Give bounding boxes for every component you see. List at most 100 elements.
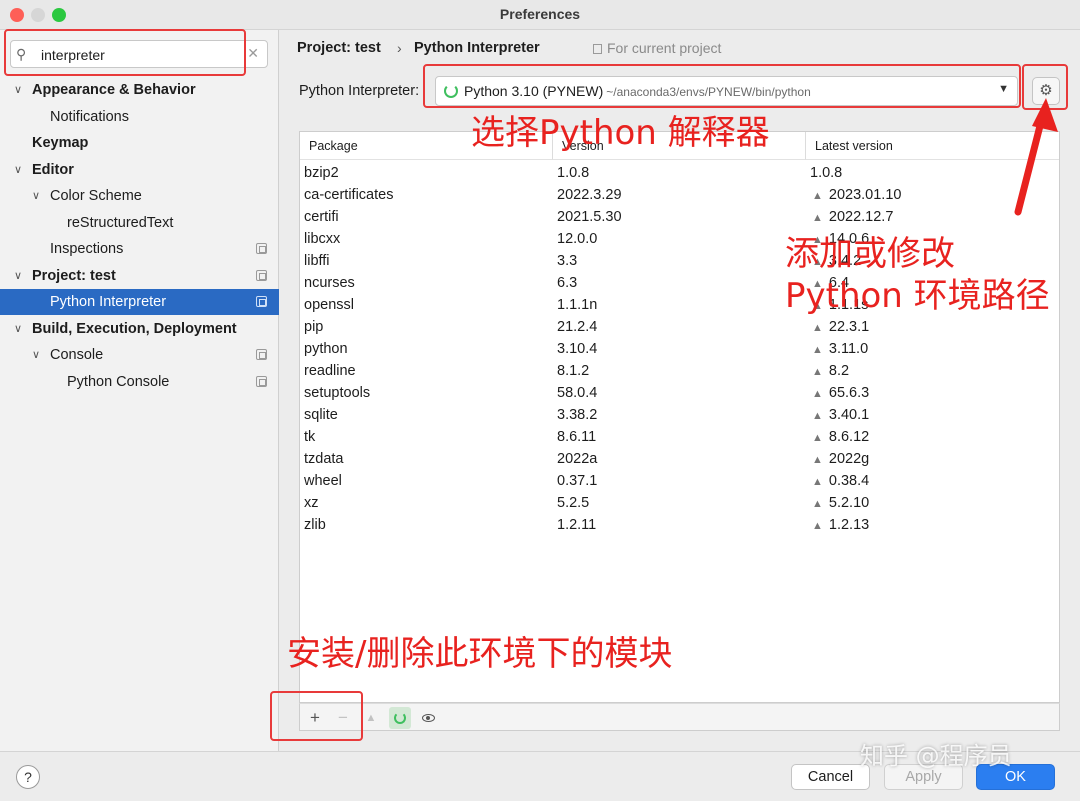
help-button[interactable]: ? <box>16 765 40 789</box>
package-latest-cell: ▲ 2023.01.10 <box>812 184 901 207</box>
sidebar-item[interactable]: Inspections <box>0 236 279 262</box>
upgrade-package-button[interactable]: ▲ <box>360 707 382 729</box>
show-early-releases-button[interactable] <box>417 707 439 729</box>
sidebar-item-label: Appearance & Behavior <box>32 82 196 98</box>
package-name-cell: tk <box>304 429 316 445</box>
package-name-cell: sqlite <box>304 407 338 423</box>
package-latest-version: 65.6.3 <box>828 385 870 401</box>
table-row[interactable]: wheel 0.37.1 ▲ 0.38.4 <box>300 470 1059 492</box>
sidebar-item-label: Notifications <box>50 108 129 125</box>
annotation-select-interpreter: 选择Python 解释器 <box>471 113 770 153</box>
chevron-down-icon[interactable]: ∨ <box>14 157 22 183</box>
sidebar-item[interactable]: Keymap <box>0 130 279 156</box>
add-package-button[interactable]: + <box>304 707 326 729</box>
package-name-cell: certifi <box>304 209 339 225</box>
upgrade-available-icon: ▲ <box>812 212 823 224</box>
sidebar-item[interactable]: ∨ Editor <box>0 157 279 183</box>
table-row[interactable]: pip 21.2.4 ▲ 22.3.1 <box>300 316 1059 338</box>
table-row[interactable]: ca-certificates 2022.3.29 ▲ 2023.01.10 <box>300 184 1059 206</box>
package-version-cell: 8.1.2 <box>557 363 590 379</box>
package-latest-version: 1.2.13 <box>828 517 870 533</box>
package-version-cell: 5.2.5 <box>557 495 590 511</box>
table-row[interactable]: certifi 2021.5.30 ▲ 2022.12.7 <box>300 206 1059 228</box>
chevron-down-icon[interactable]: ∨ <box>32 183 40 209</box>
table-row[interactable]: zlib 1.2.11 ▲ 1.2.13 <box>300 514 1059 536</box>
package-latest-version: 1.0.8 <box>810 165 843 181</box>
table-row[interactable]: tzdata 2022a ▲ 2022g <box>300 448 1059 470</box>
package-latest-cell: ▲ 2022.12.7 <box>812 206 893 229</box>
package-latest-cell: ▲ 0.38.4 <box>812 470 869 493</box>
package-latest-cell: ▲ 3.11.0 <box>812 338 868 361</box>
for-current-project-hint: For current project <box>593 40 721 56</box>
interpreter-name: Python 3.10 (PYNEW) <box>464 83 604 99</box>
package-name-cell: wheel <box>304 473 342 489</box>
refresh-packages-button[interactable] <box>389 707 411 729</box>
package-latest-cell: ▲ 8.6.12 <box>812 426 869 449</box>
chevron-down-icon[interactable]: ∨ <box>32 342 40 368</box>
package-latest-cell: ▲ 1.2.13 <box>812 514 869 537</box>
project-scope-icon <box>593 44 602 54</box>
sidebar-item-label: Color Scheme <box>50 188 142 204</box>
table-row[interactable]: readline 8.1.2 ▲ 8.2 <box>300 360 1059 382</box>
package-latest-cell: ▲ 3.40.1 <box>812 404 869 427</box>
sidebar-item-label: reStructuredText <box>67 214 174 231</box>
package-name-cell: ncurses <box>304 275 355 291</box>
sidebar-item-label: Python Console <box>67 373 170 390</box>
sidebar-item[interactable]: ∨ Project: test <box>0 263 279 289</box>
sidebar-item[interactable]: Python Console <box>0 369 279 395</box>
table-row[interactable]: xz 5.2.5 ▲ 5.2.10 <box>300 492 1059 514</box>
project-scope-icon <box>256 243 267 254</box>
sidebar-item[interactable]: Python Interpreter <box>0 289 279 315</box>
chevron-down-icon[interactable]: ▼ <box>998 83 1009 95</box>
package-name-cell: readline <box>304 363 356 379</box>
package-name-cell: python <box>304 341 348 357</box>
package-version-cell: 58.0.4 <box>557 385 598 401</box>
breadcrumb-project[interactable]: Project: test <box>297 40 381 56</box>
package-latest-version: 3.11.0 <box>828 341 869 357</box>
package-latest-version: 2022.12.7 <box>828 209 894 225</box>
package-latest-version: 2022g <box>828 451 870 467</box>
title-bar: Preferences <box>0 0 1080 30</box>
settings-search-input[interactable] <box>41 45 241 65</box>
sidebar-item[interactable]: reStructuredText <box>0 210 279 236</box>
clear-search-icon[interactable]: ✕ <box>247 45 259 62</box>
package-name-cell: zlib <box>304 517 326 533</box>
table-row[interactable]: python 3.10.4 ▲ 3.11.0 <box>300 338 1059 360</box>
sidebar-item[interactable]: ∨ Appearance & Behavior <box>0 77 279 103</box>
sidebar-item-label: Console <box>50 347 104 363</box>
package-latest-version: 8.2 <box>828 363 850 379</box>
package-version-cell: 1.0.8 <box>557 165 590 181</box>
sidebar-item[interactable]: Notifications <box>0 104 279 130</box>
window-title: Preferences <box>499 6 581 22</box>
table-row[interactable]: tk 8.6.11 ▲ 8.6.12 <box>300 426 1059 448</box>
package-latest-cell: ▲ 8.2 <box>812 360 849 383</box>
chevron-down-icon[interactable]: ∨ <box>14 316 22 342</box>
red-arrow-icon <box>1014 98 1058 216</box>
package-name-cell: tzdata <box>304 451 344 467</box>
chevron-down-icon[interactable]: ∨ <box>14 77 22 103</box>
package-version-cell: 21.2.4 <box>557 319 598 335</box>
project-scope-icon <box>256 296 267 307</box>
sidebar-item[interactable]: ∨ Build, Execution, Deployment <box>0 316 279 342</box>
table-row[interactable]: sqlite 3.38.2 ▲ 3.40.1 <box>300 404 1059 426</box>
interpreter-dropdown[interactable]: Python 3.10 (PYNEW) ~/anaconda3/envs/PYNE… <box>435 76 1018 106</box>
eye-icon <box>422 714 435 722</box>
package-version-cell: 0.37.1 <box>557 473 598 489</box>
loading-spinner-icon <box>444 84 458 98</box>
package-version-cell: 3.10.4 <box>557 341 598 357</box>
sidebar-item-label: Build, Execution, Deployment <box>32 320 237 337</box>
sidebar-item[interactable]: ∨ Console <box>0 342 279 368</box>
chevron-down-icon[interactable]: ∨ <box>14 263 22 289</box>
sidebar-item[interactable]: ∨ Color Scheme <box>0 183 279 209</box>
cancel-button[interactable]: Cancel <box>791 764 870 790</box>
packages-table[interactable]: Package Version Latest version bzip2 1.0.… <box>299 131 1060 703</box>
table-row[interactable]: setuptools 58.0.4 ▲ 65.6.3 <box>300 382 1059 404</box>
settings-search-box[interactable]: ⚲ ✕ <box>10 40 268 68</box>
breadcrumb-separator: › <box>397 40 402 56</box>
sidebar-item-label: Keymap <box>32 135 89 151</box>
remove-package-button[interactable]: − <box>332 707 354 729</box>
search-icon: ⚲ <box>16 46 27 62</box>
package-latest-cell: 1.0.8 <box>810 162 842 184</box>
package-latest-version: 3.40.1 <box>828 407 870 423</box>
table-row[interactable]: bzip2 1.0.8 1.0.8 <box>300 162 1059 184</box>
